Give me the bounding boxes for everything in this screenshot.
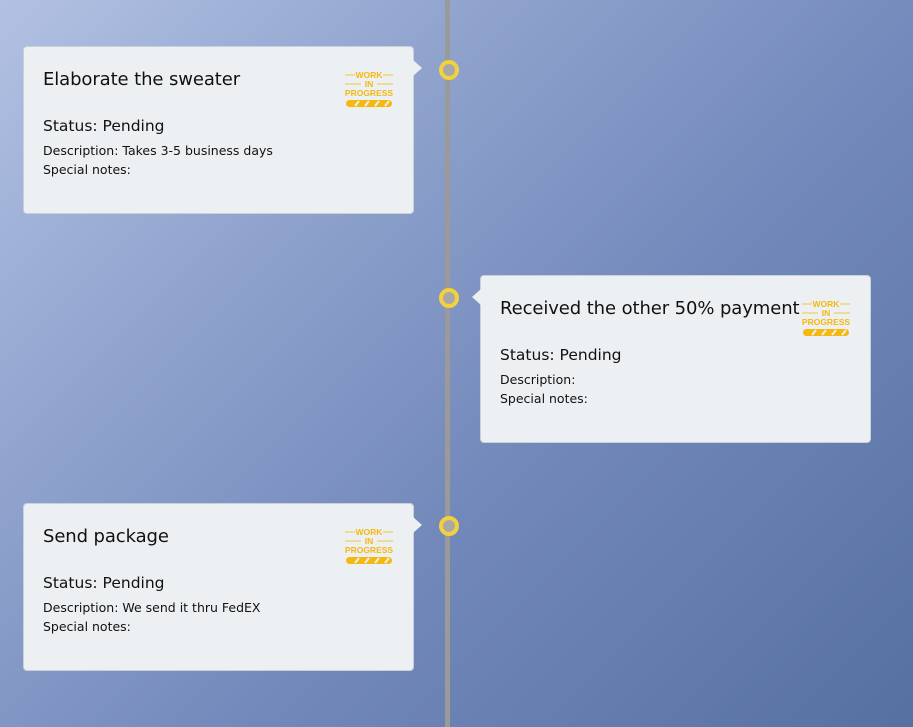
work-in-progress-icon: WORK IN PROGRESS bbox=[345, 70, 394, 107]
timeline-card[interactable]: Send package WORK IN PROGRESS Status: Pe… bbox=[23, 503, 422, 671]
card-special-notes: Special notes: bbox=[500, 391, 588, 406]
card-description: Description: bbox=[500, 372, 576, 387]
card-status: Status: Pending bbox=[43, 117, 165, 135]
badge-line3: PROGRESS bbox=[802, 317, 851, 327]
card-pointer bbox=[413, 60, 422, 76]
timeline-card[interactable]: Elaborate the sweater WORK IN PROGRESS S… bbox=[23, 46, 422, 214]
timeline-card[interactable]: Received the other 50% payment WORK IN P… bbox=[472, 275, 871, 443]
work-in-progress-icon: WORK IN PROGRESS bbox=[802, 299, 851, 336]
card-title: Received the other 50% payment bbox=[500, 298, 800, 319]
timeline-line bbox=[445, 0, 450, 727]
card-status: Status: Pending bbox=[43, 574, 165, 592]
card-title: Send package bbox=[43, 526, 169, 547]
card-special-notes: Special notes: bbox=[43, 619, 131, 634]
card-description: Description: Takes 3-5 business days bbox=[43, 143, 273, 158]
work-in-progress-icon: WORK IN PROGRESS bbox=[345, 527, 394, 564]
card-title: Elaborate the sweater bbox=[43, 69, 241, 90]
timeline-node[interactable] bbox=[439, 288, 459, 308]
timeline-node[interactable] bbox=[439, 60, 459, 80]
card-pointer bbox=[413, 517, 422, 533]
badge-line3: PROGRESS bbox=[345, 545, 394, 555]
badge-line3: PROGRESS bbox=[345, 88, 394, 98]
timeline-node[interactable] bbox=[439, 516, 459, 536]
card-pointer bbox=[472, 289, 481, 305]
card-status: Status: Pending bbox=[500, 346, 622, 364]
card-description: Description: We send it thru FedEX bbox=[43, 600, 261, 615]
card-special-notes: Special notes: bbox=[43, 162, 131, 177]
